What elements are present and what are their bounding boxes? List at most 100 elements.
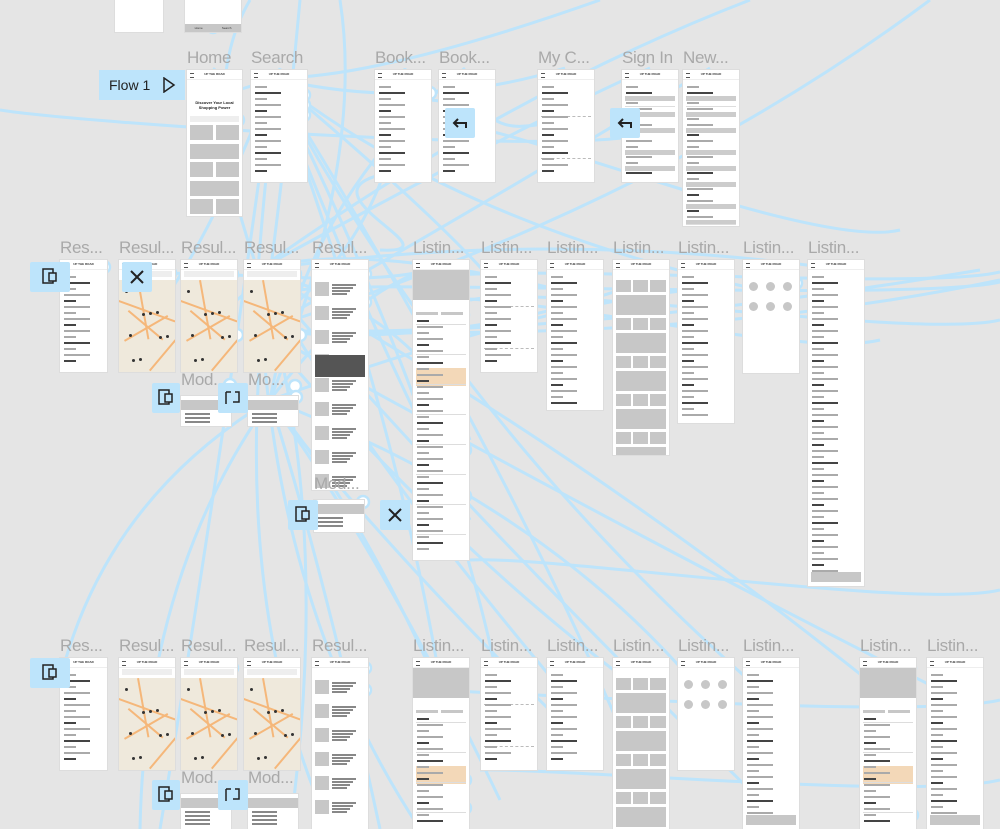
frame-modal[interactable] (248, 396, 298, 426)
frame-map[interactable]: UP THE ROAD (119, 658, 175, 770)
frame-label[interactable]: Listin... (413, 636, 464, 656)
text-line (64, 710, 76, 712)
text-line (551, 306, 577, 308)
text-line (417, 416, 429, 418)
frame-list[interactable]: UP THE ROAD (375, 70, 431, 182)
text-line (417, 536, 429, 538)
frame-modal[interactable] (314, 500, 364, 532)
frame-label[interactable]: Mod... (248, 768, 294, 788)
frame-cards[interactable]: UP THE ROAD (538, 70, 594, 182)
frame-label[interactable]: Listin... (678, 238, 729, 258)
frame-list[interactable]: UP THE ROAD (547, 260, 603, 410)
frame-home[interactable]: UP THE ROAD Discover Your Local Shopping … (187, 70, 242, 216)
frame-label[interactable]: Resul... (244, 636, 300, 656)
frame-listing[interactable]: UP THE ROAD (860, 658, 916, 829)
frame-label[interactable]: Resul... (119, 238, 175, 258)
text-line (687, 194, 699, 196)
frame-label[interactable]: Listin... (743, 636, 794, 656)
frame-label[interactable]: Resul... (312, 636, 368, 656)
frame-label[interactable]: Listin... (413, 238, 464, 258)
nav-item[interactable]: Search (222, 26, 232, 30)
frame-label[interactable]: Listin... (808, 238, 859, 258)
frame-label[interactable]: Listin... (547, 636, 598, 656)
frame-map[interactable]: UP THE ROAD (181, 658, 237, 770)
hotspot-handle[interactable] (287, 378, 303, 394)
frame-label[interactable]: Res... (60, 636, 103, 656)
result-text (332, 811, 347, 813)
frame-label[interactable]: Res... (60, 238, 103, 258)
overlay-icon[interactable] (152, 383, 180, 413)
frame-modal[interactable] (248, 794, 298, 829)
frame-label[interactable]: Book... (439, 48, 490, 68)
frame-label[interactable]: Listin... (860, 636, 911, 656)
frame-listing[interactable]: UP THE ROAD (413, 260, 469, 560)
frame-label[interactable]: Listin... (481, 636, 532, 656)
overlay-icon[interactable] (30, 262, 70, 292)
frame-label[interactable]: Resul... (181, 636, 237, 656)
frame-label[interactable]: Listin... (743, 238, 794, 258)
frame-label[interactable]: Search (251, 48, 303, 68)
frame-list[interactable]: UP THE ROAD (251, 70, 307, 182)
text-line (682, 348, 694, 350)
text-line (812, 360, 824, 362)
frame-label[interactable]: Listin... (613, 636, 664, 656)
text-line (812, 558, 838, 560)
frame-cards[interactable]: UP THE ROAD (481, 658, 537, 770)
close-icon[interactable] (122, 262, 152, 292)
text-line (417, 506, 443, 508)
text-line (864, 742, 876, 744)
overlay-icon[interactable] (30, 658, 70, 688)
frame-label[interactable]: Resul... (181, 238, 237, 258)
frame-label[interactable]: Mod... (314, 474, 360, 494)
frame-list[interactable]: UP THE ROAD (547, 658, 603, 770)
frame-label[interactable]: Listin... (678, 636, 729, 656)
frame-map[interactable]: UP THE ROAD (244, 260, 300, 372)
text-line (485, 692, 511, 694)
app-header: UP THE ROAD (244, 260, 300, 270)
flow-start-button[interactable]: Flow 1 (99, 70, 185, 100)
frame-cards[interactable]: UP THE ROAD (481, 260, 537, 372)
text-line (255, 170, 267, 172)
frame-listing[interactable]: UP THE ROAD (413, 658, 469, 829)
text-line (551, 758, 563, 760)
frame-text[interactable]: UP THE ROAD (808, 260, 864, 586)
frame-label[interactable]: Listin... (547, 238, 598, 258)
back-icon[interactable] (610, 108, 640, 138)
nav-item[interactable]: Home (195, 26, 203, 30)
frame-label[interactable]: Resul... (244, 238, 300, 258)
overlay-icon[interactable] (288, 500, 318, 530)
frame-label[interactable]: New... (683, 48, 729, 68)
frame-map[interactable]: UP THE ROAD (244, 658, 300, 770)
swap-overlay-icon[interactable] (218, 383, 248, 413)
overlay-icon[interactable] (152, 780, 180, 810)
frame-label[interactable]: Resul... (312, 238, 368, 258)
frame-label[interactable]: Book... (375, 48, 426, 68)
back-icon[interactable] (445, 108, 475, 138)
frame-results[interactable]: UP THE ROAD (312, 260, 368, 490)
frame-label[interactable]: Listin... (927, 636, 978, 656)
frame-badges[interactable]: UP THE ROAD (743, 260, 799, 373)
frame-results[interactable]: UP THE ROAD (312, 658, 368, 829)
text-line (747, 782, 759, 784)
app-header: UP THE ROAD (481, 260, 537, 270)
frame-form[interactable]: UP THE ROAD (683, 70, 739, 226)
frame-map[interactable]: UP THE ROAD (181, 260, 237, 372)
frame-label[interactable]: Listin... (481, 238, 532, 258)
frame-label[interactable]: Home (187, 48, 231, 68)
frame-grid[interactable]: UP THE ROAD (613, 260, 669, 455)
frame-list[interactable]: UP THE ROAD (678, 260, 734, 423)
frame-label[interactable]: Mo... (248, 370, 285, 390)
text-line (682, 402, 708, 404)
frame-label[interactable]: Listin... (613, 238, 664, 258)
frame-label[interactable]: Resul... (119, 636, 175, 656)
frame-badges[interactable]: UP THE ROAD (678, 658, 734, 770)
divider (863, 722, 913, 723)
frame-label[interactable]: Sign In (622, 48, 673, 68)
frame-label[interactable]: My C... (538, 48, 590, 68)
swap-overlay-icon[interactable] (218, 780, 248, 810)
close-icon[interactable] (380, 500, 410, 530)
frame-text[interactable]: UP THE ROAD (927, 658, 983, 829)
frame-text[interactable]: UP THE ROAD (743, 658, 799, 829)
frame-grid[interactable]: UP THE ROAD (613, 658, 669, 829)
text-line (812, 372, 824, 374)
